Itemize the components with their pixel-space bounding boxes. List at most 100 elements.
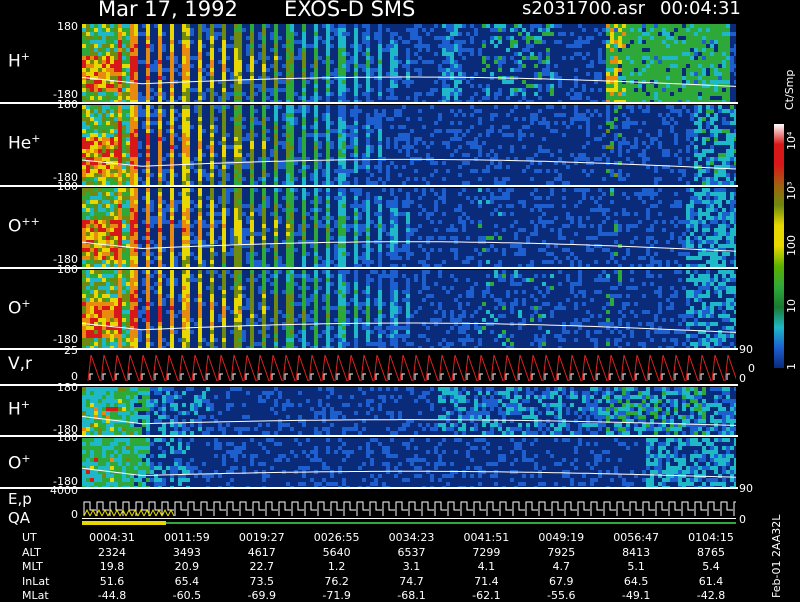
heatmap-cell — [390, 236, 394, 240]
heatmap-cell — [222, 141, 226, 145]
heatmap-cell — [258, 36, 262, 40]
heatmap-cell — [606, 68, 610, 72]
heatmap-cell — [494, 24, 498, 28]
heatmap-cell — [286, 141, 290, 145]
heatmap-cell — [210, 105, 214, 109]
heatmap-cell — [238, 56, 242, 60]
heatmap-cell — [722, 48, 726, 52]
heatmap-cell — [94, 145, 98, 149]
heatmap-cell — [270, 36, 274, 40]
heatmap-cell — [98, 165, 102, 169]
heatmap-cell — [182, 48, 186, 52]
heatmap-cell — [118, 133, 122, 137]
heatmap-cell — [542, 212, 546, 216]
heatmap-cell — [466, 260, 470, 264]
heatmap-cell — [122, 177, 126, 181]
heatmap-cell — [274, 24, 278, 28]
heatmap-cell — [686, 48, 690, 52]
heatmap-cell — [114, 137, 118, 141]
heatmap-cell — [170, 240, 174, 244]
heatmap-cell — [522, 96, 526, 100]
heatmap-cell — [322, 40, 326, 44]
heatmap-cell — [326, 68, 330, 72]
heatmap-cell — [350, 169, 354, 173]
heatmap-cell — [110, 192, 114, 196]
heatmap-cell — [158, 113, 162, 117]
heatmap-cell — [454, 236, 458, 240]
heatmap-cell — [170, 153, 174, 157]
heatmap-cell — [298, 232, 302, 236]
heatmap-cell — [598, 113, 602, 117]
heatmap-cell — [578, 216, 582, 220]
heatmap-cell — [110, 28, 114, 32]
heatmap-cell — [414, 141, 418, 145]
heatmap-cell — [126, 117, 130, 121]
heatmap-cell — [98, 88, 102, 92]
heatmap-cell — [210, 133, 214, 137]
heatmap-cell — [182, 68, 186, 72]
heatmap-cell — [86, 56, 90, 60]
heatmap-cell — [390, 252, 394, 256]
heatmap-cell — [454, 228, 458, 232]
heatmap-cell — [94, 177, 98, 181]
heatmap-cell — [390, 88, 394, 92]
heatmap-cell — [122, 84, 126, 88]
heatmap-cell — [514, 28, 518, 32]
heatmap-cell — [94, 96, 98, 100]
heatmap-cell — [110, 137, 114, 141]
heatmap-cell — [286, 56, 290, 60]
heatmap-cell — [706, 157, 710, 161]
heatmap-cell — [434, 36, 438, 40]
heatmap-cell — [206, 177, 210, 181]
heatmap-cell — [238, 165, 242, 169]
heatmap-cell — [626, 52, 630, 56]
heatmap-cell — [258, 208, 262, 212]
heatmap-cell — [706, 125, 710, 129]
heatmap-cell — [314, 141, 318, 145]
heatmap-cell — [114, 252, 118, 256]
heatmap-cell — [650, 92, 654, 96]
heatmap-cell — [226, 252, 230, 256]
heatmap-cell — [274, 40, 278, 44]
heatmap-cell — [734, 44, 736, 48]
heatmap-cell — [518, 24, 522, 28]
heatmap-cell — [302, 129, 306, 133]
heatmap-cell — [478, 204, 482, 208]
heatmap-cell — [234, 141, 238, 145]
heatmap-cell — [598, 125, 602, 129]
heatmap-cell — [118, 224, 122, 228]
heatmap-cell — [262, 196, 266, 200]
heatmap-cell — [442, 40, 446, 44]
heatmap-cell — [290, 228, 294, 232]
heatmap-cell — [674, 56, 678, 60]
heatmap-cell — [242, 240, 246, 244]
heatmap-cell — [346, 252, 350, 256]
heatmap-cell — [210, 48, 214, 52]
heatmap-cell — [102, 40, 106, 44]
heatmap-cell — [646, 208, 650, 212]
heatmap-cell — [694, 92, 698, 96]
heatmap-cell — [582, 188, 586, 192]
heatmap-cell — [370, 129, 374, 133]
heatmap-cell — [118, 228, 122, 232]
heatmap-cell — [82, 200, 86, 204]
heatmap-cell — [702, 96, 706, 100]
heatmap-cell — [206, 173, 210, 177]
heatmap-cell — [650, 32, 654, 36]
heatmap-cell — [186, 24, 190, 28]
heatmap-cell — [598, 232, 602, 236]
heatmap-cell — [134, 161, 138, 165]
heatmap-cell — [378, 248, 382, 252]
heatmap-cell — [134, 96, 138, 100]
heatmap-cell — [674, 48, 678, 52]
heatmap-cell — [686, 28, 690, 32]
heatmap-cell — [198, 153, 202, 157]
heatmap-cell — [330, 24, 334, 28]
heatmap-cell — [202, 96, 206, 100]
heatmap-cell — [90, 125, 94, 129]
heatmap-cell — [338, 196, 342, 200]
heatmap-cell — [698, 72, 702, 76]
heatmap-cell — [146, 256, 150, 260]
heatmap-cell — [378, 157, 382, 161]
heatmap-cell — [538, 24, 542, 28]
